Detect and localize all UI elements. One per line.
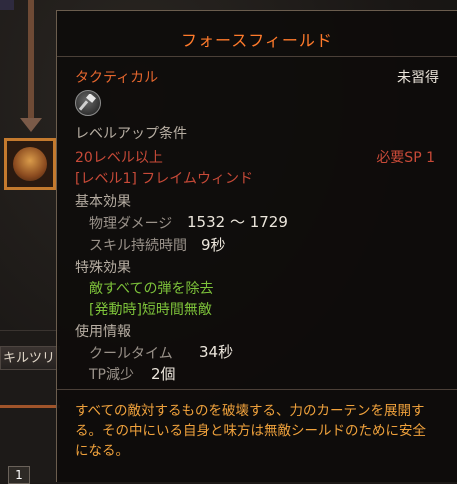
basic-effect-header: 基本効果	[75, 194, 131, 210]
top-frame-piece	[0, 0, 14, 10]
skill-duration-value: 9秒	[201, 236, 226, 254]
skill-description: すべての敵対するものを破壊する、力のカーテンを展開する。その中にいる自身と味方は…	[75, 403, 426, 459]
tab-skill-tree[interactable]: キルツリ	[0, 346, 60, 370]
dome-shield-icon	[13, 147, 47, 181]
prerequisite-skill: [レベル1] フレイムウィンド	[75, 171, 254, 187]
level-requirement-header: レベルアップ条件	[75, 126, 187, 142]
slot-number-badge: 1	[8, 466, 30, 484]
level-requirement-value: 20レベル以上	[75, 150, 163, 166]
skill-title: フォースフィールド	[181, 31, 333, 50]
skill-slot-force-field[interactable]	[4, 138, 56, 190]
sp-requirement: 必要SP 1	[376, 150, 435, 166]
physical-damage-value: 1532 ～ 1729	[187, 213, 288, 231]
learn-status: 未習得	[397, 70, 439, 86]
usage-info-header: 使用情報	[75, 324, 131, 340]
skill-connector-arrow-icon	[20, 118, 42, 132]
title-divider	[57, 56, 457, 57]
special-effect-1: 敵すべての弾を除去	[89, 281, 214, 297]
hammer-icon	[75, 90, 101, 116]
tp-label: TP減少	[89, 367, 134, 383]
cooltime-label: クールタイム	[89, 346, 173, 362]
cooltime-value: 34秒	[199, 343, 234, 361]
description-divider	[57, 389, 457, 390]
skill-duration-label: スキル持続時間	[89, 238, 187, 254]
skill-tooltip: フォースフィールド タクティカル 未習得 レベルアップ条件 20レベル以上 必要…	[56, 10, 457, 482]
tp-value: 2個	[151, 365, 176, 383]
special-effect-header: 特殊効果	[75, 260, 131, 276]
skill-connector-line	[28, 0, 34, 120]
panel-accent-bar	[0, 405, 60, 408]
physical-damage-label: 物理ダメージ	[89, 216, 173, 232]
skill-category: タクティカル	[75, 70, 159, 86]
special-effect-2: [発動時]短時間無敵	[89, 302, 212, 318]
